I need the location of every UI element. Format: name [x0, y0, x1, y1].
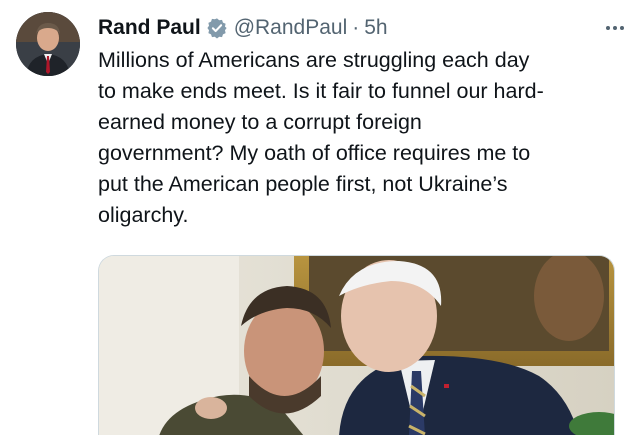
separator-dot: · [352, 16, 360, 39]
more-options-icon[interactable] [602, 20, 628, 36]
author-display-name[interactable]: Rand Paul [98, 14, 201, 42]
tweet-media-photo[interactable] [98, 255, 615, 435]
tweet-header: Rand Paul @RandPaul · 5h [98, 14, 628, 42]
avatar-image [16, 12, 80, 76]
author-avatar[interactable] [16, 12, 80, 76]
photo-image [99, 256, 614, 435]
verified-badge-icon[interactable] [206, 17, 228, 39]
author-handle[interactable]: @RandPaul [234, 14, 348, 42]
tweet-timestamp[interactable]: 5h [364, 14, 387, 42]
tweet-text: Millions of Americans are struggling eac… [98, 48, 544, 227]
